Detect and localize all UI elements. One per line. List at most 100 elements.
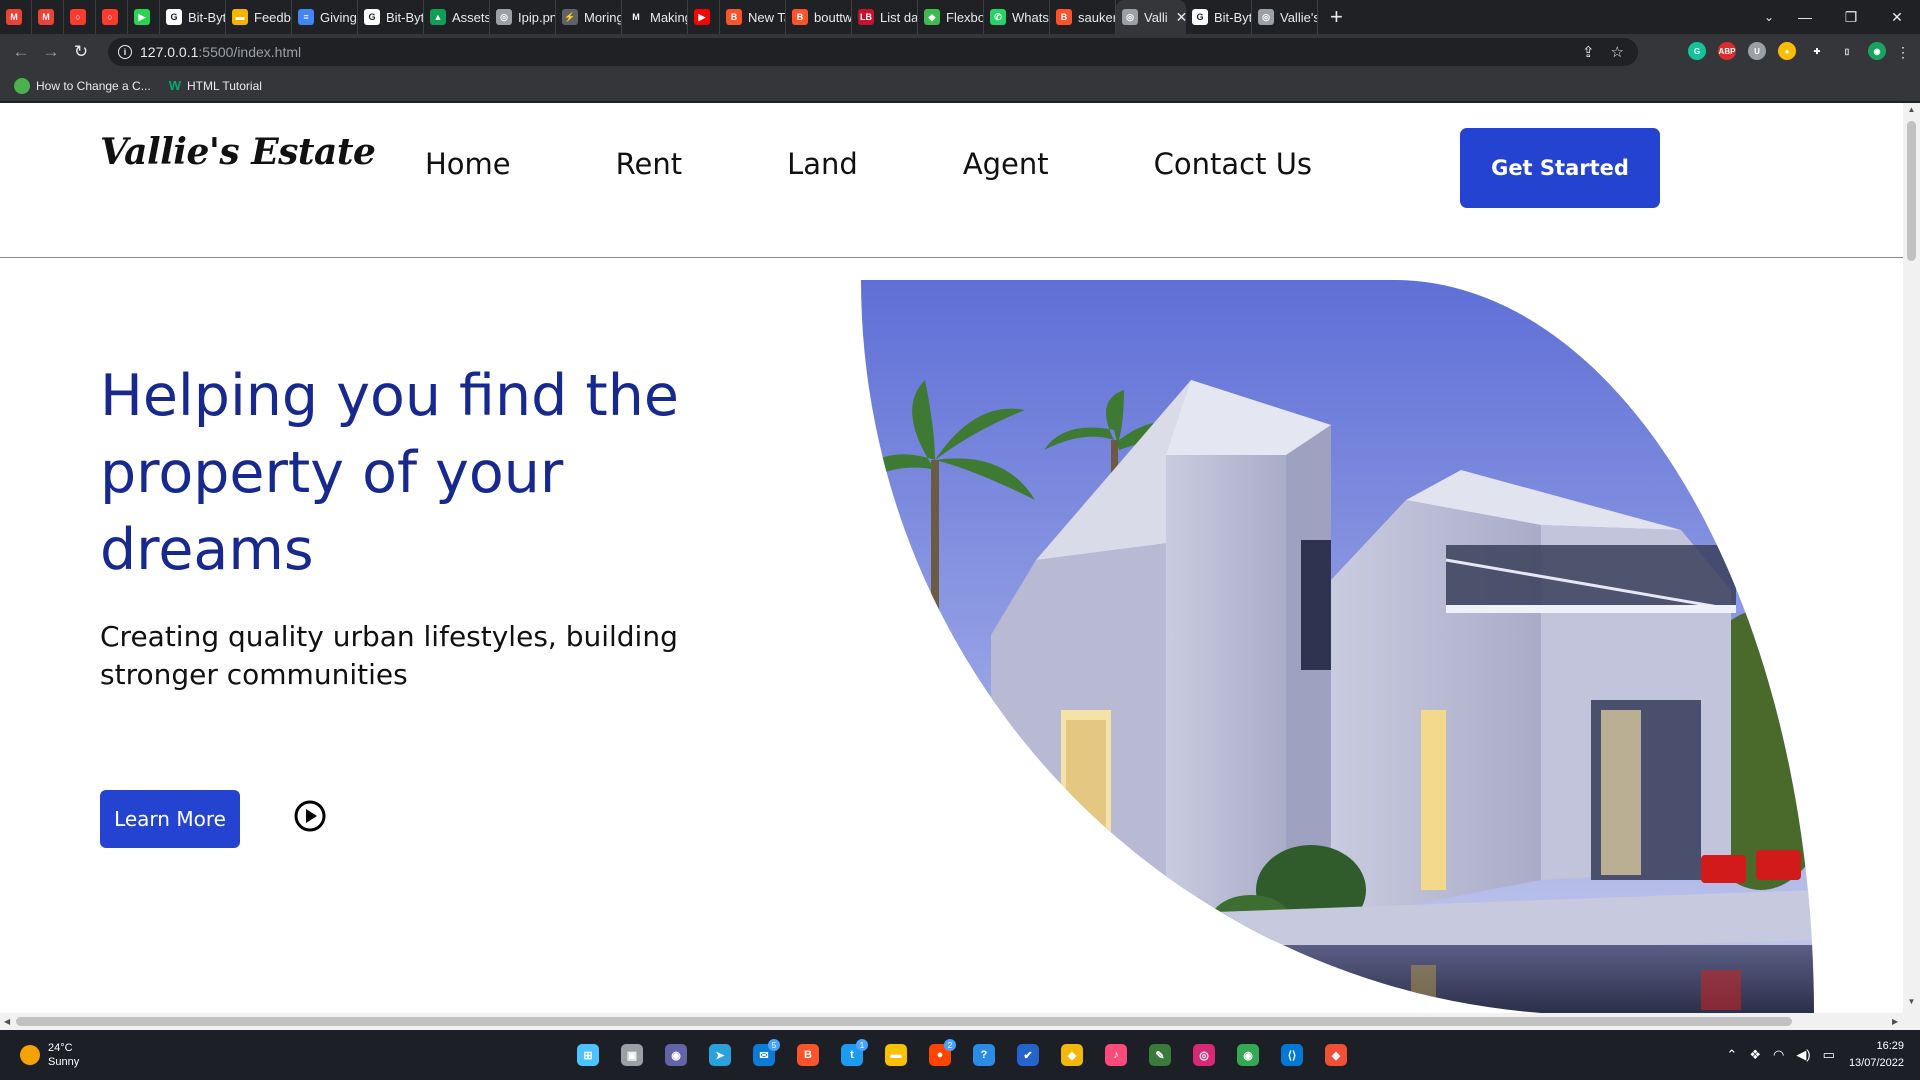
window-controls: — ❐ ✕	[1782, 0, 1920, 34]
browser-tab[interactable]: Bsaukera	[1050, 0, 1116, 34]
teams-chat-icon[interactable]: ◉	[660, 1039, 692, 1071]
inkscape-icon[interactable]: ✎	[1144, 1039, 1176, 1071]
address-bar[interactable]: i 127.0.0.1:5500/index.html ⇪ ☆	[108, 38, 1638, 66]
scroll-left-icon[interactable]: ◀	[4, 1013, 10, 1030]
twitter-icon[interactable]: t1	[836, 1039, 868, 1071]
adblock-icon[interactable]: ABP	[1718, 42, 1736, 60]
browser-tab[interactable]: ▲ Assets	[424, 0, 490, 34]
git-icon[interactable]: ◆	[1320, 1039, 1352, 1071]
file-explorer-icon[interactable]: ▬	[880, 1039, 912, 1071]
reload-icon[interactable]: ↻	[66, 42, 96, 62]
help-icon[interactable]: ?	[968, 1039, 1000, 1071]
browser-tab[interactable]: ◆ Flexbox	[918, 0, 984, 34]
bookmark-item[interactable]: How to Change a C...	[14, 77, 151, 94]
horizontal-scrollbar[interactable]: ◀ ▶	[0, 1013, 1920, 1030]
back-arrow-icon[interactable]: ←	[6, 42, 36, 62]
windows-start-icon[interactable]: ⊞	[572, 1039, 604, 1071]
browser-menu-icon[interactable]: ⋮	[1896, 44, 1910, 61]
share-icon[interactable]: ⇪	[1582, 43, 1595, 61]
forward-arrow-icon[interactable]: →	[36, 42, 66, 62]
play-icon[interactable]	[294, 800, 326, 832]
tab-search-dropdown-icon[interactable]: ⌄	[1764, 0, 1774, 34]
browser-tab[interactable]: ◎ Ipip.png	[490, 0, 556, 34]
browser-tab[interactable]: G Bit-Byte	[358, 0, 424, 34]
browser-tab[interactable]: M	[32, 0, 64, 34]
itunes-icon[interactable]: ♪	[1100, 1039, 1132, 1071]
browser-tab[interactable]: ◎ Valli ✕	[1116, 0, 1186, 34]
horizontal-scroll-thumb[interactable]	[16, 1017, 1792, 1026]
url-path: :5500/index.html	[198, 44, 302, 60]
puzzle-icon[interactable]: ✚	[1808, 42, 1826, 60]
browser-tab[interactable]: ◎ Vallie's	[1252, 0, 1318, 34]
wifi-icon[interactable]: ◠	[1773, 1047, 1784, 1063]
temperature: 24°C	[48, 1042, 73, 1054]
vertical-scroll-thumb[interactable]	[1907, 121, 1916, 261]
volume-icon[interactable]: ◀)	[1796, 1047, 1810, 1063]
sidepanel-icon[interactable]: ▯	[1838, 42, 1856, 60]
browser-tab[interactable]: ▶	[688, 0, 720, 34]
get-started-button[interactable]: Get Started	[1460, 128, 1660, 208]
close-window-icon[interactable]: ✕	[1874, 9, 1920, 26]
git-icon-glyph: ◆	[1325, 1044, 1347, 1066]
browser-tab[interactable]: Bbouttw	[786, 0, 852, 34]
shield-extension-icon[interactable]: U	[1748, 42, 1766, 60]
system-tray: ⌃ ❖ ◠ ◀) ▭ 16:29 13/07/2022	[1726, 1038, 1904, 1072]
nav-contact-us[interactable]: Contact Us	[1154, 147, 1312, 181]
brave-icon-glyph: B	[797, 1044, 819, 1066]
vscode-icon[interactable]: ⟨⟩	[1276, 1039, 1308, 1071]
todo-icon[interactable]: ✔	[1012, 1039, 1044, 1071]
browser-tab[interactable]: M Making	[622, 0, 688, 34]
task-view-icon[interactable]: ▣	[616, 1039, 648, 1071]
chevron-up-icon[interactable]: ⌃	[1726, 1047, 1737, 1063]
weather-widget[interactable]: 24°C Sunny	[20, 1041, 79, 1069]
nav-land[interactable]: Land	[787, 147, 858, 181]
site-logo[interactable]: Vallie's Estate	[100, 131, 376, 173]
minimize-icon[interactable]: —	[1782, 9, 1828, 25]
browser-tab[interactable]: ▶	[128, 0, 160, 34]
dropbox-icon[interactable]: ❖	[1749, 1047, 1761, 1063]
site-info-icon[interactable]: i	[118, 45, 132, 59]
brave-icon[interactable]: B	[792, 1039, 824, 1071]
browser-tab[interactable]: ≡ Giving	[292, 0, 358, 34]
browser-tab[interactable]: B New Ta	[720, 0, 786, 34]
learn-more-button[interactable]: Learn More	[100, 790, 240, 848]
maximize-icon[interactable]: ❐	[1828, 9, 1874, 26]
nav-rent[interactable]: Rent	[616, 147, 682, 181]
profile-avatar-icon[interactable]: ◉	[1868, 42, 1886, 60]
scroll-right-icon[interactable]: ▶	[1892, 1013, 1898, 1030]
scroll-up-icon[interactable]: ▲	[1903, 105, 1920, 114]
browser-tab[interactable]: ▬ Feedba	[226, 0, 292, 34]
telegram-icon[interactable]: ➤	[704, 1039, 736, 1071]
browser-toolbar: ← → ↻ i 127.0.0.1:5500/index.html ⇪ ☆	[0, 34, 1920, 70]
weather-text: 24°C Sunny	[48, 1041, 79, 1069]
chrome-icon[interactable]: ◉	[1232, 1039, 1264, 1071]
nav-home[interactable]: Home	[425, 147, 511, 181]
mail-icon[interactable]: ✉ 5	[748, 1039, 780, 1071]
windows-start-icon-glyph: ⊞	[577, 1044, 599, 1066]
bookmark-item[interactable]: W HTML Tutorial	[169, 78, 262, 93]
inkscape-icon-glyph: ✎	[1149, 1044, 1171, 1066]
notification-badge: 5	[768, 1039, 780, 1051]
grammarly-icon[interactable]: G	[1688, 42, 1706, 60]
browser-tab[interactable]: LB List dat	[852, 0, 918, 34]
vertical-scrollbar[interactable]: ▲ ▼	[1903, 103, 1920, 1013]
scroll-down-icon[interactable]: ▼	[1903, 997, 1920, 1006]
nav-agent[interactable]: Agent	[963, 147, 1049, 181]
browser-tab[interactable]: M	[0, 0, 32, 34]
reddit-icon[interactable]: ● 2	[924, 1039, 956, 1071]
color-extension-icon[interactable]: ●	[1778, 42, 1796, 60]
new-tab-button[interactable]: +	[1318, 0, 1355, 34]
teams-chat-icon-glyph: ◉	[665, 1044, 687, 1066]
bookmark-star-icon[interactable]: ☆	[1611, 43, 1624, 61]
close-tab-icon[interactable]: ✕	[1176, 9, 1186, 26]
binance-icon[interactable]: ◆	[1056, 1039, 1088, 1071]
instagram-icon[interactable]: ◎	[1188, 1039, 1220, 1071]
battery-icon[interactable]: ▭	[1823, 1047, 1835, 1063]
browser-tab[interactable]: ○	[96, 0, 128, 34]
clock[interactable]: 16:29 13/07/2022	[1849, 1038, 1904, 1072]
browser-tab[interactable]: ⚡ Moring	[556, 0, 622, 34]
browser-tab[interactable]: ○	[64, 0, 96, 34]
browser-tab[interactable]: G Bit-Byte	[160, 0, 226, 34]
browser-tab[interactable]: G Bit-Byte	[1186, 0, 1252, 34]
browser-tab[interactable]: ✆ WhatsA	[984, 0, 1050, 34]
